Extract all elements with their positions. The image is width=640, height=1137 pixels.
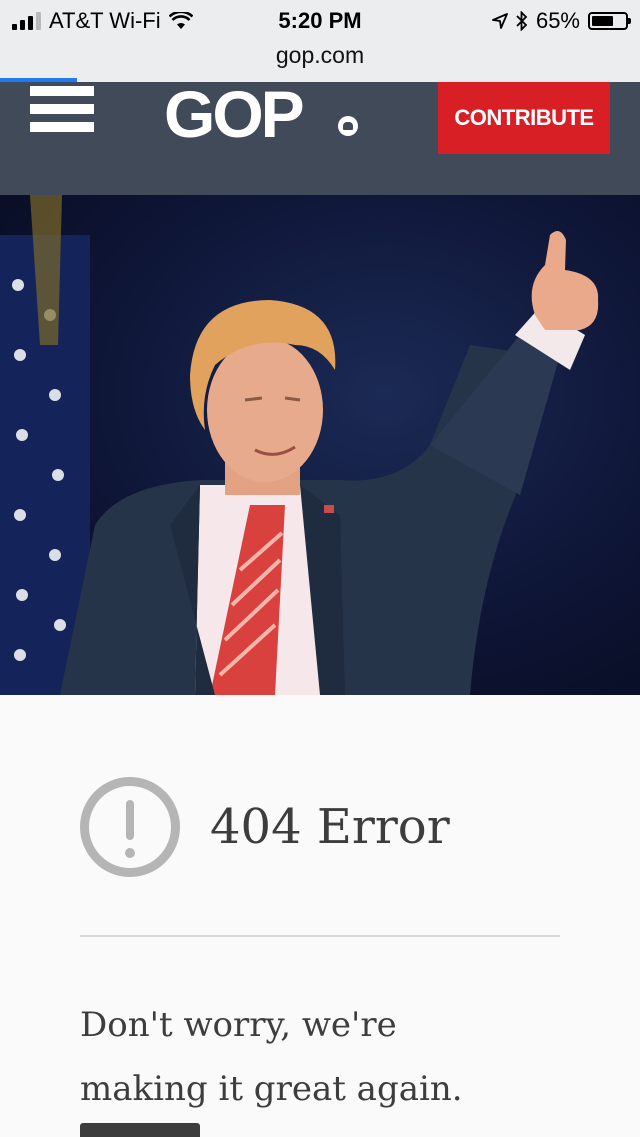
left-eye (244, 396, 263, 402)
main-content: 404 Error Don't worry, we're making it g… (0, 695, 640, 1137)
hero-photo (0, 195, 640, 695)
error-heading: 404 Error (80, 777, 450, 877)
error-title: 404 Error (210, 799, 450, 855)
location-icon (492, 13, 508, 29)
message-line-1: Don't worry, we're (80, 1005, 397, 1045)
battery-icon (588, 12, 631, 30)
right-eye (284, 396, 301, 402)
status-bar: AT&T Wi-Fi 5:20 PM 65% gop.com (0, 0, 640, 82)
exclamation-circle-icon (80, 777, 180, 877)
site-logo[interactable]: GOP (164, 76, 305, 152)
lapel-pin (324, 505, 334, 513)
hero-illustration (0, 195, 599, 695)
battery-percent: 65% (535, 8, 580, 33)
url-bar[interactable]: gop.com (0, 42, 640, 69)
bluetooth-icon (516, 11, 528, 31)
contribute-button[interactable]: CONTRIBUTE (438, 82, 610, 154)
site-header: GOP CONTRIBUTE (0, 77, 640, 195)
elephant-seal-icon (338, 116, 358, 136)
face (207, 338, 323, 482)
divider (80, 935, 560, 937)
battery-fill (592, 16, 613, 26)
message-line-2: making it great again. (80, 1069, 463, 1109)
cut-off-text (80, 1123, 210, 1137)
thumbs-up-hand (531, 231, 599, 330)
error-message: Don't worry, we're making it great again… (80, 993, 560, 1121)
menu-icon[interactable] (30, 84, 96, 136)
status-right: 65% (492, 8, 631, 34)
